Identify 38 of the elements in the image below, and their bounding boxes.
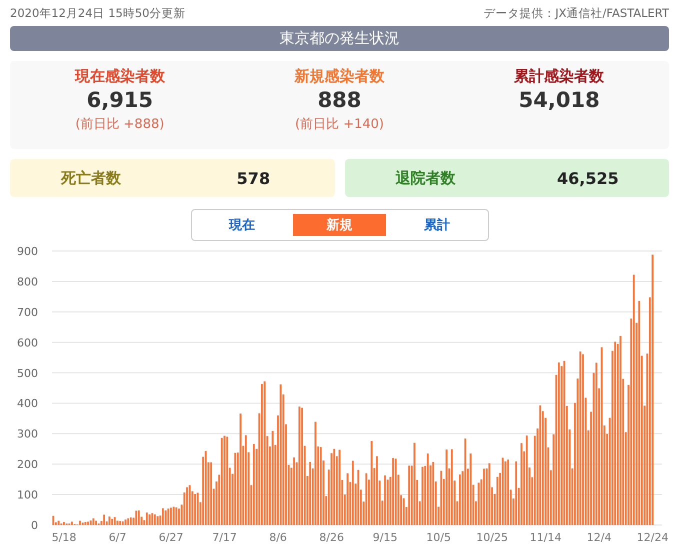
stat-label: 新規感染者数 bbox=[294, 67, 384, 86]
total-value: 578 bbox=[236, 168, 272, 188]
stat-value: 6,915 bbox=[86, 88, 154, 112]
axis-label: 6/27 bbox=[158, 531, 184, 544]
data-source: データ提供：JX通信社/FASTALERT bbox=[483, 6, 669, 20]
update-time: 2020年12月24日 15時50分更新 bbox=[10, 6, 186, 20]
stat-change: (前日比 +888) bbox=[75, 116, 164, 133]
axis-label: 12/4 bbox=[586, 531, 612, 544]
axis-label: 10/25 bbox=[476, 531, 508, 544]
section-title: 東京都の発生状況 bbox=[10, 26, 669, 51]
stat-change: (前日比 +140) bbox=[295, 116, 384, 133]
axis-label: 7/17 bbox=[212, 531, 237, 544]
axis-label: 0 bbox=[31, 519, 38, 532]
axis-label: 700 bbox=[17, 306, 38, 319]
stat-label: 累計感染者数 bbox=[514, 67, 604, 86]
axis-label: 8/26 bbox=[319, 531, 344, 544]
axis-label: 900 bbox=[17, 245, 38, 258]
axis-label: 5/18 bbox=[52, 531, 76, 544]
tab[interactable]: 新規 bbox=[292, 214, 386, 236]
axis-label: 12/24 bbox=[636, 531, 669, 544]
axis-label: 200 bbox=[17, 458, 38, 472]
axis-label: 600 bbox=[17, 336, 38, 350]
axis-label: 400 bbox=[17, 397, 38, 410]
axis-label: 800 bbox=[17, 275, 38, 288]
axis-label: 6/7 bbox=[108, 531, 126, 544]
axis-label: 10/5 bbox=[426, 531, 451, 544]
axis-label: 9/15 bbox=[372, 531, 398, 544]
axis-label: 500 bbox=[17, 366, 38, 380]
stat-value: 888 bbox=[318, 88, 362, 112]
stat-value: 54,018 bbox=[518, 88, 600, 112]
total-label: 死亡者数 bbox=[60, 168, 122, 188]
axis-label: 300 bbox=[17, 428, 38, 441]
total-label: 退院者数 bbox=[394, 168, 457, 188]
axis-label: 8/6 bbox=[269, 531, 287, 544]
total-value: 46,525 bbox=[556, 168, 620, 188]
axis-label: 11/14 bbox=[530, 531, 562, 544]
axis-label: 100 bbox=[17, 488, 38, 502]
stat-label: 現在感染者数 bbox=[74, 67, 165, 86]
